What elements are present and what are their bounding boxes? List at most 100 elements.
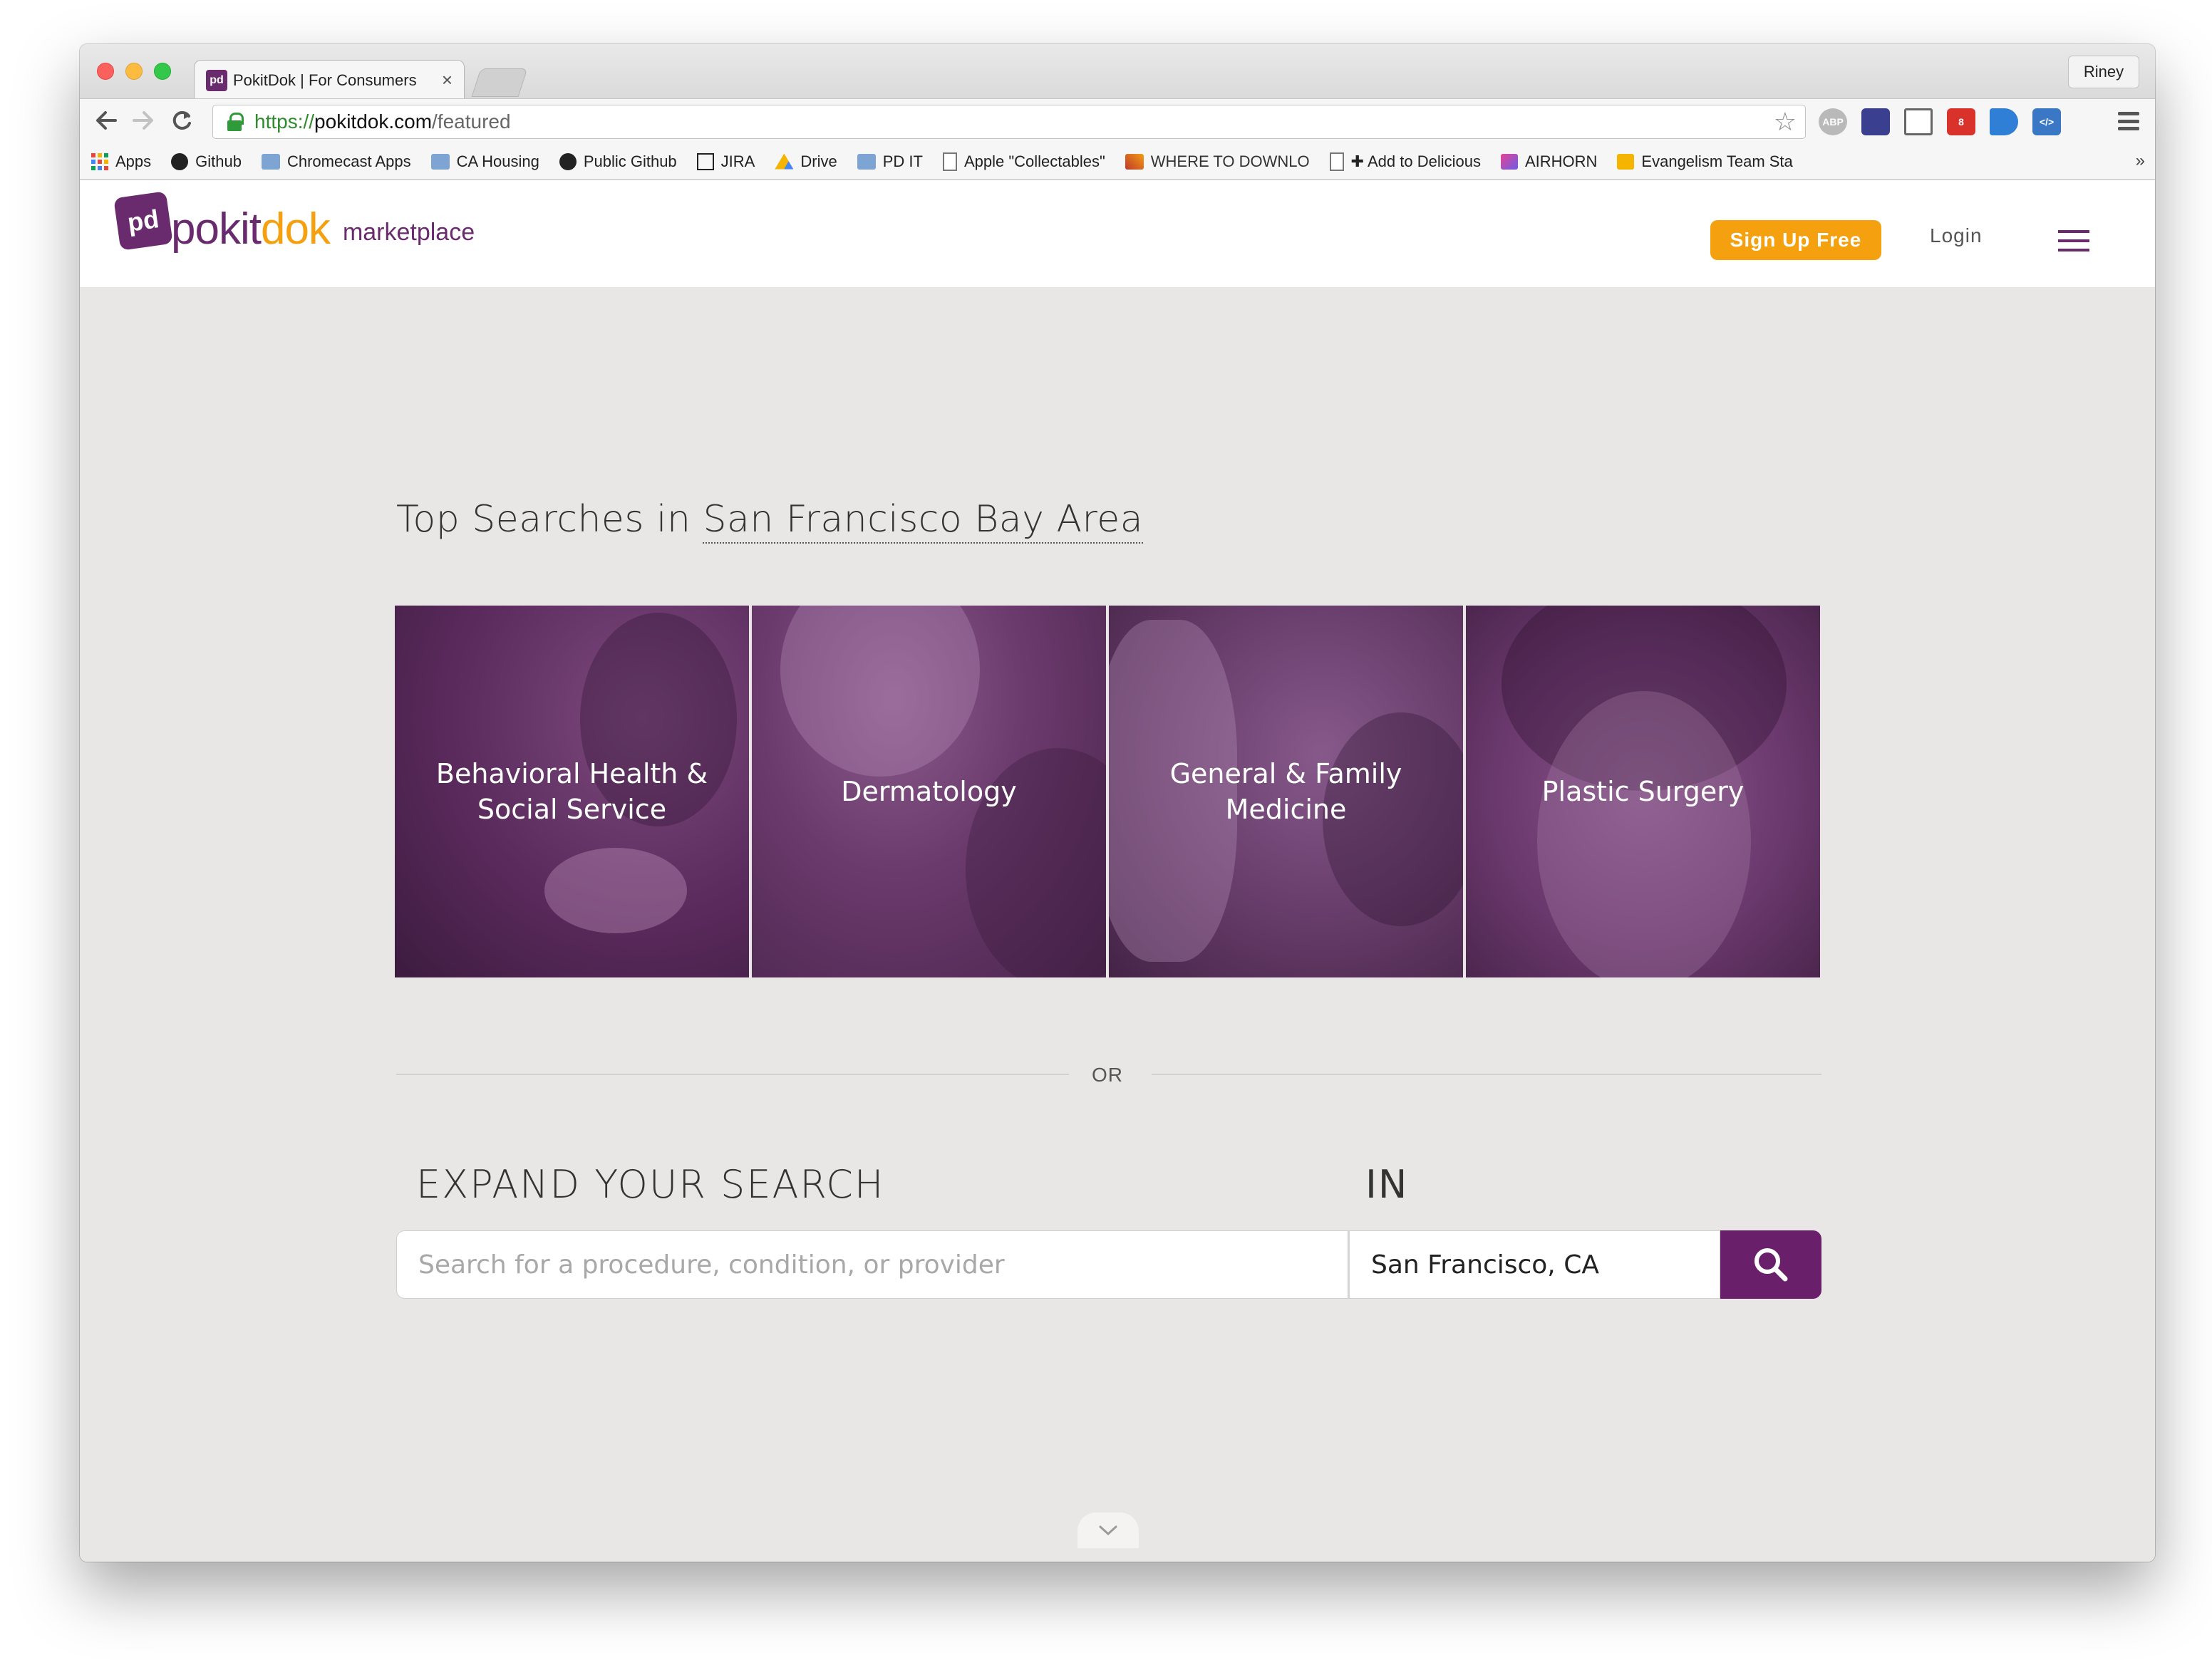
bookmark-label: WHERE TO DOWNLO: [1150, 152, 1310, 170]
tab-strip: pd PokitDok | For Consumers × Riney: [80, 44, 2155, 100]
scroll-down-button[interactable]: [1077, 1513, 1139, 1548]
expand-search-heading: EXPAND YOUR SEARCH: [416, 1162, 885, 1207]
arrow-right-icon[interactable]: [131, 106, 155, 140]
bookmark-pd-it[interactable]: PD IT: [857, 152, 923, 171]
apps-grid-icon: [91, 152, 108, 170]
pencil-icon: [1125, 153, 1144, 170]
browser-toolbar: https://pokitdok.com/featured ☆ ABP 8 </…: [80, 98, 2155, 144]
tile-label: General & Family Medicine: [1169, 758, 1402, 825]
pd-icon: [696, 152, 714, 170]
drive-icon: [775, 153, 794, 170]
url-path: /featured: [432, 110, 511, 133]
bookmarks-bar: Apps Github Chromecast Apps CA Housing P…: [80, 144, 2155, 180]
pokitdok-logo-mark-icon: pd: [113, 191, 173, 251]
lastpass-icon[interactable]: 8: [1947, 108, 1975, 135]
search-form: [396, 1230, 1821, 1299]
bookmark-airhorn[interactable]: AIRHORN: [1500, 152, 1598, 171]
arrow-left-icon[interactable]: [94, 106, 118, 140]
login-link[interactable]: Login: [1930, 224, 1983, 247]
bookmark-label: ✚ Add to Delicious: [1350, 152, 1481, 170]
browser-tab[interactable]: pd PokitDok | For Consumers ×: [194, 60, 465, 100]
document-icon: [1329, 152, 1344, 171]
search-icon: [1754, 1248, 1788, 1282]
bookmark-github[interactable]: Github: [171, 152, 242, 171]
minimize-window-button[interactable]: [125, 63, 143, 80]
bookmark-label: AIRHORN: [1524, 152, 1598, 170]
headline-prefix: Top Searches in: [396, 498, 691, 541]
colorpicker-icon[interactable]: [1861, 108, 1890, 135]
top-searches-grid: Behavioral Health & Social Service Derma…: [395, 606, 1820, 977]
megaphone-icon[interactable]: [1990, 108, 2018, 135]
new-tab-button[interactable]: [471, 68, 528, 97]
logo-text-dok: dok: [260, 204, 331, 254]
location-input[interactable]: [1348, 1230, 1720, 1299]
maximize-window-button[interactable]: [154, 63, 171, 80]
bookmark-jira[interactable]: JIRA: [696, 152, 755, 171]
bookmark-ca-housing[interactable]: CA Housing: [430, 152, 539, 171]
logo-tagline: marketplace: [342, 219, 475, 246]
browser-window: pd PokitDok | For Consumers × Riney http…: [80, 44, 2155, 1562]
folder-icon: [857, 153, 876, 170]
star-icon[interactable]: ☆: [1774, 107, 1797, 137]
tile-label: Dermatology: [841, 776, 1017, 807]
bookmarks-overflow-icon[interactable]: »: [2136, 151, 2145, 171]
bookmark-apple-collectables[interactable]: Apple "Collectables": [942, 152, 1105, 171]
bookmark-public-github[interactable]: Public Github: [559, 152, 677, 171]
reload-icon[interactable]: [170, 106, 194, 140]
bookmark-chromecast-apps[interactable]: Chromecast Apps: [261, 152, 411, 171]
folder-icon: [261, 153, 280, 170]
profile-button[interactable]: Riney: [2068, 56, 2139, 88]
divider-line: [1152, 1074, 1821, 1075]
bookmark-label: Github: [195, 152, 242, 170]
lock-icon: [227, 113, 244, 131]
folder-icon: [430, 153, 450, 170]
bookmark-label: Apps: [115, 152, 152, 170]
bookmark-apps[interactable]: Apps: [91, 152, 151, 171]
extension-bar: ABP 8 </>: [1819, 108, 2061, 136]
bookmark-label: JIRA: [720, 152, 755, 170]
in-heading: IN: [1365, 1162, 1409, 1207]
url-host: pokitdok.com: [314, 110, 433, 133]
slides-icon: [1617, 153, 1635, 170]
logo-text-pokit: pokit: [171, 204, 262, 254]
pokitdok-favicon-icon: pd: [206, 69, 227, 91]
tile-label: Behavioral Health & Social Service: [435, 758, 708, 825]
cast-icon[interactable]: [1904, 108, 1933, 135]
location-selector[interactable]: San Francisco Bay Area: [703, 498, 1144, 544]
url-text[interactable]: https://pokitdok.com/featured: [254, 110, 1774, 133]
bookmark-label: Evangelism Team Sta: [1641, 152, 1793, 170]
bookmark-where-to-download[interactable]: WHERE TO DOWNLO: [1125, 152, 1310, 171]
page-title: Top Searches in San Francisco Bay Area: [396, 498, 1144, 544]
close-window-button[interactable]: [97, 63, 114, 80]
tab-close-icon[interactable]: ×: [442, 69, 453, 91]
code-icon[interactable]: </>: [2032, 108, 2061, 135]
address-bar[interactable]: https://pokitdok.com/featured ☆: [212, 105, 1806, 139]
search-button[interactable]: [1720, 1230, 1821, 1299]
browser-menu-icon[interactable]: [2118, 112, 2139, 130]
bookmark-evangelism-team[interactable]: Evangelism Team Sta: [1617, 152, 1793, 171]
tile-dermatology[interactable]: Dermatology: [752, 606, 1106, 977]
adblock-icon[interactable]: ABP: [1819, 108, 1847, 135]
github-icon: [559, 152, 577, 170]
hamburger-menu-icon[interactable]: [2058, 230, 2089, 251]
tab-title: PokitDok | For Consumers: [233, 71, 417, 89]
bookmark-label: Apple "Collectables": [963, 152, 1105, 170]
web-page: pd pokit dok marketplace Sign Up Free Log…: [80, 180, 2155, 1562]
document-icon: [942, 152, 957, 171]
airhorn-icon: [1500, 153, 1518, 170]
tile-label: Plastic Surgery: [1541, 776, 1745, 807]
divider-line: [396, 1074, 1069, 1075]
bookmark-label: CA Housing: [456, 152, 539, 170]
sign-up-button[interactable]: Sign Up Free: [1710, 220, 1881, 260]
site-header: pd pokit dok marketplace Sign Up Free Log…: [80, 180, 2155, 287]
bookmark-add-to-delicious[interactable]: ✚ Add to Delicious: [1329, 152, 1481, 171]
bookmark-label: Public Github: [583, 152, 677, 170]
tile-plastic-surgery[interactable]: Plastic Surgery: [1466, 606, 1820, 977]
bookmark-label: Chromecast Apps: [286, 152, 411, 170]
tile-behavioral-health[interactable]: Behavioral Health & Social Service: [395, 606, 749, 977]
tile-general-family-medicine[interactable]: General & Family Medicine: [1109, 606, 1463, 977]
search-input[interactable]: [396, 1230, 1348, 1299]
bookmark-drive[interactable]: Drive: [775, 152, 837, 171]
pokitdok-logo[interactable]: pd pokit dok marketplace: [113, 191, 475, 254]
or-divider: OR: [396, 1061, 1821, 1089]
